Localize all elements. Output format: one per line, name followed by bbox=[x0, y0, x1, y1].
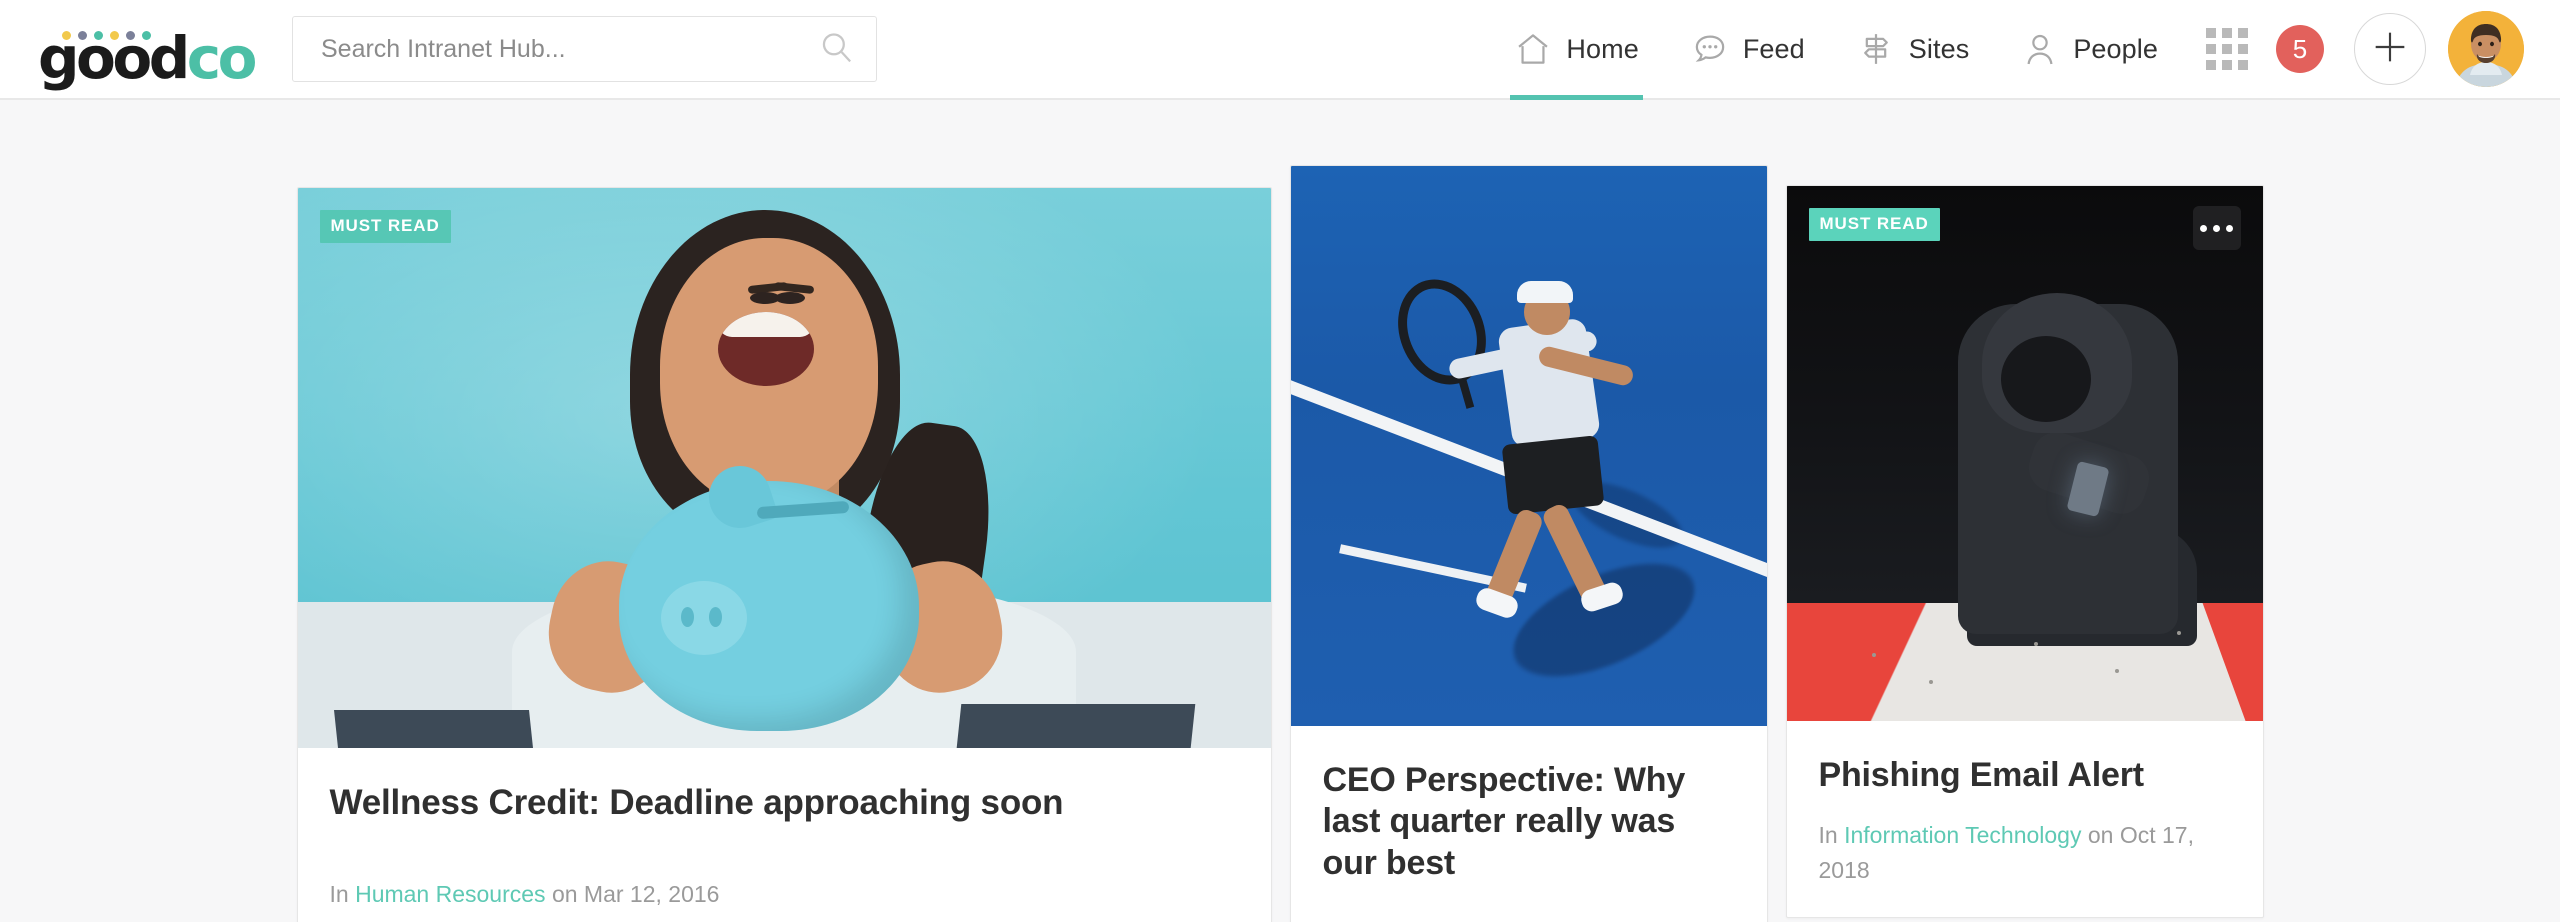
card-body: CEO Perspective: Why last quarter really… bbox=[1291, 726, 1767, 922]
avatar-photo bbox=[2448, 11, 2524, 87]
logo-text-good: good bbox=[38, 24, 190, 92]
tennis-player-illustration bbox=[1290, 166, 1767, 726]
primary-navigation: Home Feed Sites People 5 bbox=[1488, 0, 2524, 100]
card-image: MUST READ bbox=[297, 188, 1271, 748]
top-header: goodco Home bbox=[0, 0, 2560, 100]
article-card[interactable]: MUST READ Wellness Credit: Deadline appr… bbox=[296, 187, 1272, 922]
card-meta: In CEO Corner on Jan 26, 2017 bbox=[1323, 918, 1735, 922]
card-meta-middle: on bbox=[2087, 822, 2114, 849]
signpost-icon bbox=[1857, 30, 1895, 68]
nav-item-people[interactable]: People bbox=[1995, 0, 2184, 98]
card-body: Phishing Email Alert In Information Tech… bbox=[1787, 721, 2263, 917]
card-title: CEO Perspective: Why last quarter really… bbox=[1322, 761, 1686, 882]
goodco-logo[interactable]: goodco bbox=[38, 17, 257, 87]
card-meta: In Information Technology on Oct 17, 201… bbox=[1819, 818, 2231, 887]
card-title: Wellness Credit: Deadline approaching so… bbox=[329, 783, 1064, 822]
nav-label-sites: Sites bbox=[1908, 33, 1970, 64]
nav-label-people: People bbox=[2073, 33, 2158, 64]
card-category-link[interactable]: Human Resources bbox=[355, 881, 545, 907]
create-button[interactable] bbox=[2354, 13, 2426, 85]
must-read-tag: MUST READ bbox=[319, 210, 451, 243]
chat-bubble-icon bbox=[1691, 30, 1729, 68]
nav-item-feed[interactable]: Feed bbox=[1665, 0, 1831, 98]
card-meta-prefix: In bbox=[1818, 822, 1838, 849]
nav-item-sites[interactable]: Sites bbox=[1831, 0, 1996, 98]
ellipsis-icon[interactable] bbox=[2192, 206, 2241, 250]
piggy-bank-illustration bbox=[297, 188, 1271, 748]
article-card[interactable]: CEO Perspective: Why last quarter really… bbox=[1289, 165, 1768, 922]
plus-icon bbox=[2370, 27, 2410, 72]
person-icon bbox=[2021, 30, 2059, 68]
card-image bbox=[1290, 166, 1767, 726]
card-image: MUST READ bbox=[1786, 186, 2263, 721]
nav-label-home: Home bbox=[1566, 33, 1639, 64]
card-date: Mar 12, 2016 bbox=[583, 880, 720, 907]
grid-apps-icon[interactable] bbox=[2206, 28, 2248, 70]
nav-item-home[interactable]: Home bbox=[1488, 0, 1664, 100]
home-icon bbox=[1514, 30, 1552, 68]
search-container bbox=[292, 16, 877, 82]
logo-wordmark: goodco bbox=[38, 29, 257, 87]
main-content: MUST READ Wellness Credit: Deadline appr… bbox=[0, 100, 2560, 922]
card-meta: In Human Resources on Mar 12, 2016 bbox=[330, 877, 1239, 912]
nav-label-feed: Feed bbox=[1742, 33, 1805, 64]
card-category-link[interactable]: Information Technology bbox=[1844, 822, 2081, 848]
logo-text-co: co bbox=[186, 24, 258, 92]
phishing-illustration bbox=[1786, 186, 2263, 721]
article-card-grid: MUST READ Wellness Credit: Deadline appr… bbox=[296, 165, 2264, 922]
card-meta-middle: on bbox=[551, 880, 578, 907]
notification-badge[interactable]: 5 bbox=[2276, 25, 2324, 73]
search-input[interactable] bbox=[292, 16, 877, 82]
card-title: Phishing Email Alert bbox=[1818, 756, 2145, 794]
article-card[interactable]: MUST READ Phishing Email Alert In Inform… bbox=[1785, 185, 2264, 919]
user-avatar[interactable] bbox=[2448, 11, 2524, 87]
card-body: Wellness Credit: Deadline approaching so… bbox=[298, 748, 1271, 922]
card-meta-prefix: In bbox=[329, 880, 349, 907]
must-read-tag: MUST READ bbox=[1808, 208, 1940, 241]
